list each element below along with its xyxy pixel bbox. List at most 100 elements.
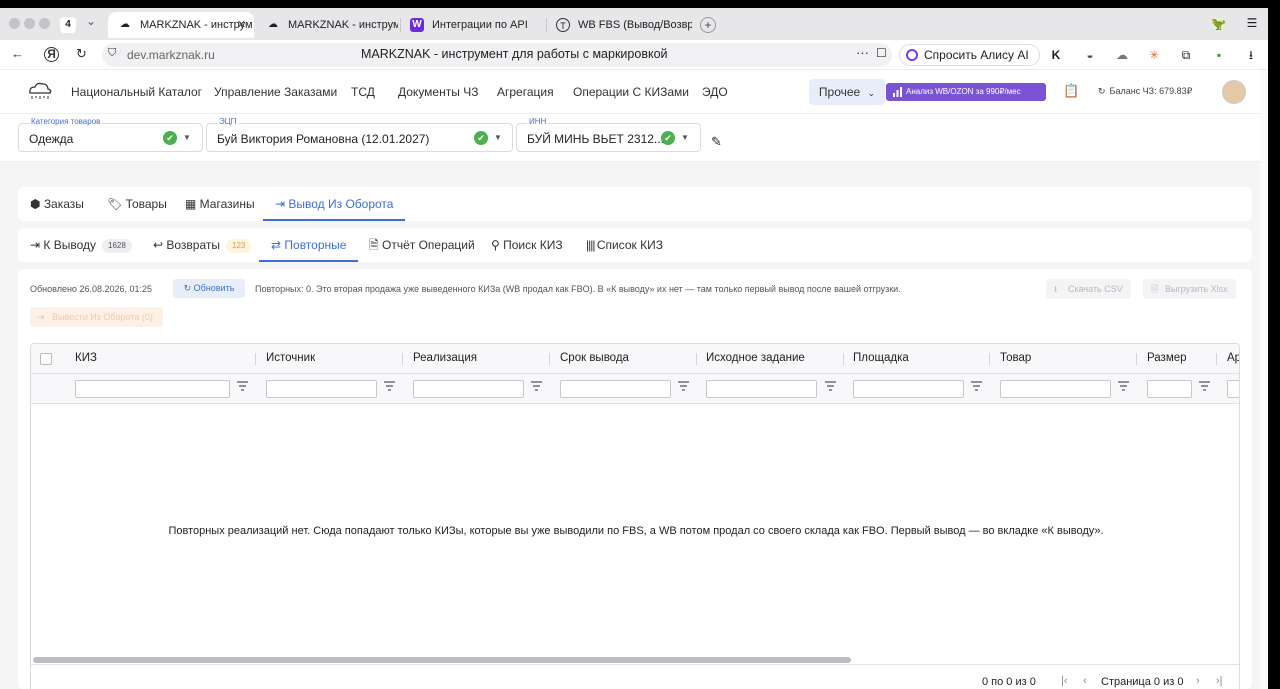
filter-input-deadline[interactable] <box>560 380 671 398</box>
bookmark-icon[interactable]: ☐ <box>876 46 887 60</box>
column-header-deadline[interactable]: Срок вывода <box>560 352 629 364</box>
tab-withdrawal[interactable]: ⇥ Вывод Из Оборота <box>263 187 406 221</box>
column-separator[interactable] <box>843 353 844 365</box>
nav-aggregation[interactable]: Агрегация <box>497 85 554 99</box>
filter-icon[interactable] <box>971 381 982 391</box>
horizontal-scrollbar[interactable] <box>33 657 851 663</box>
new-tab-plus-icon[interactable]: + <box>700 17 716 33</box>
close-icon[interactable]: ✕ <box>237 18 246 31</box>
filter-icon[interactable] <box>678 381 689 391</box>
more-dots-icon[interactable]: ··· <box>856 45 869 60</box>
column-header-source[interactable]: Источник <box>266 352 315 364</box>
column-header-kiz[interactable]: КИЗ <box>75 352 97 364</box>
filter-icon[interactable] <box>1118 381 1129 391</box>
download-icon[interactable]: ⭳ <box>1244 48 1258 62</box>
filter-icon[interactable] <box>825 381 836 391</box>
clipboard-icon[interactable]: 📋 <box>1063 83 1079 99</box>
subtab-returns[interactable]: ↩ Возвраты 123 <box>153 228 252 262</box>
pencil-icon[interactable]: ✎ <box>711 134 722 150</box>
puzzle-extension-icon[interactable]: ⧉ <box>1179 48 1193 62</box>
url-text[interactable]: dev.markznak.ru <box>127 48 215 62</box>
filter-input-source[interactable] <box>266 380 377 398</box>
window-minimize-dot[interactable] <box>24 18 35 29</box>
nav-tsd[interactable]: ТСД <box>351 85 375 99</box>
filter-input-product[interactable] <box>1000 380 1111 398</box>
filter-icon[interactable] <box>1199 381 1210 391</box>
column-header-article[interactable]: Ар <box>1227 352 1239 364</box>
prev-page-icon[interactable]: ‹ <box>1083 675 1087 687</box>
site-info-icon[interactable]: ⛉ <box>108 47 116 60</box>
window-zoom-dot[interactable] <box>39 18 50 29</box>
window-close-dot[interactable] <box>9 18 20 29</box>
column-separator[interactable] <box>989 353 990 365</box>
yandex-logo-icon[interactable]: Я <box>44 47 59 62</box>
nav-edo[interactable]: ЭДО <box>702 85 728 99</box>
refresh-button[interactable]: ↻ Обновить <box>173 279 245 298</box>
column-separator[interactable] <box>1216 353 1217 365</box>
page-scrollbar[interactable] <box>1260 70 1268 689</box>
first-page-icon[interactable]: |‹ <box>1061 675 1068 687</box>
tab-menu-chevron-icon[interactable]: ⌄ <box>86 14 96 28</box>
export-xlsx-button[interactable]: 🗎 Выгрузить Xlsx <box>1143 279 1236 299</box>
column-separator[interactable] <box>696 353 697 365</box>
withdraw-button[interactable]: ⇥ Вывести Из Оборота (0) <box>30 307 163 327</box>
nav-kiz-operations[interactable]: Операции С КИЗами <box>573 85 689 99</box>
browser-tab-3[interactable]: W Интеграции по API <box>400 12 542 38</box>
back-arrow-icon[interactable]: ← <box>11 46 24 61</box>
subtab-operations-report[interactable]: 🗎 Отчёт Операций <box>369 228 475 262</box>
browser-tab-4[interactable]: T WB FBS (Вывод/Возврат <box>546 12 692 38</box>
more-menu-button[interactable]: Прочее ⌄ <box>809 79 885 105</box>
browser-tab-1[interactable]: ☁ MARKZNAK - инструм ✕ <box>108 12 254 38</box>
last-page-icon[interactable]: ›| <box>1216 675 1223 687</box>
filter-icon[interactable] <box>237 381 248 391</box>
k-extension-icon[interactable]: K <box>1049 48 1063 62</box>
filter-input-article[interactable] <box>1227 380 1239 398</box>
filter-input-kiz[interactable] <box>75 380 230 398</box>
dino-extension-icon[interactable]: 🦖 <box>1211 17 1226 31</box>
inn-select[interactable]: ИНН БУЙ МИНЬ ВЬЕТ 2312... ✔ ▼ <box>516 117 701 152</box>
promo-analysis-button[interactable]: Анализ WB/OZON за 990₽/мес <box>886 83 1046 101</box>
subtab-kiz-search[interactable]: ⚲ Поиск КИЗ <box>491 228 563 262</box>
download-csv-button[interactable]: ⭳ Скачать CSV <box>1046 279 1131 299</box>
hamburger-menu-icon[interactable]: ☰ <box>1245 16 1259 30</box>
filter-icon[interactable] <box>531 381 542 391</box>
nav-order-management[interactable]: Управление Заказами <box>214 85 337 99</box>
filter-input-source-task[interactable] <box>706 380 817 398</box>
green-extension-icon[interactable]: ▪ <box>1212 48 1226 62</box>
column-header-marketplace[interactable]: Площадка <box>853 352 909 364</box>
next-page-icon[interactable]: › <box>1196 675 1200 687</box>
star-extension-icon[interactable]: ✳ <box>1147 48 1161 62</box>
browser-tab-2[interactable]: ☁ MARKZNAK - инструмент <box>256 12 398 38</box>
reload-icon[interactable]: ↻ <box>76 46 87 62</box>
filter-icon[interactable] <box>384 381 395 391</box>
tab-shops[interactable]: ▦ Магазины <box>185 187 255 221</box>
category-select[interactable]: Категория товаров Одежда ✔ ▼ <box>18 117 203 152</box>
ecp-select[interactable]: ЭЦП Буй Виктория Романовна (12.01.2027) … <box>206 117 513 152</box>
balance-display[interactable]: ↻ Баланс ЧЗ: 679.83₽ <box>1098 86 1192 97</box>
filter-input-marketplace[interactable] <box>853 380 964 398</box>
subtab-to-withdraw[interactable]: ⇥ К Выводу 1628 <box>30 228 132 262</box>
tab-products[interactable]: 🏷 Товары <box>107 187 167 221</box>
column-separator[interactable] <box>1136 353 1137 365</box>
tab-orders[interactable]: ⬢ Заказы <box>30 187 84 221</box>
cloud-extension-icon[interactable]: ☁ <box>1115 48 1129 62</box>
column-header-source-task[interactable]: Исходное задание <box>706 352 805 364</box>
filter-input-realization[interactable] <box>413 380 524 398</box>
column-separator[interactable] <box>402 353 403 365</box>
subtab-kiz-list[interactable]: |||| Список КИЗ <box>586 228 663 262</box>
avatar[interactable] <box>1222 80 1246 104</box>
nav-cz-documents[interactable]: Документы ЧЗ <box>398 85 478 99</box>
select-all-checkbox[interactable] <box>40 353 52 365</box>
markznak-logo-icon[interactable] <box>26 80 52 100</box>
tab-count[interactable]: 4 <box>60 17 76 33</box>
column-separator[interactable] <box>255 353 256 365</box>
ask-alice-button[interactable]: Спросить Алису AI <box>899 44 1040 66</box>
column-header-size[interactable]: Размер <box>1147 352 1187 364</box>
column-header-realization[interactable]: Реализация <box>413 352 477 364</box>
column-separator[interactable] <box>549 353 550 365</box>
column-header-product[interactable]: Товар <box>1000 352 1031 364</box>
filter-input-size[interactable] <box>1147 380 1192 398</box>
hat-extension-icon[interactable]: ◒ <box>1083 48 1097 62</box>
subtab-repeated[interactable]: ⇄ Повторные <box>259 228 359 262</box>
nav-national-catalog[interactable]: Национальный Каталог <box>71 85 202 99</box>
